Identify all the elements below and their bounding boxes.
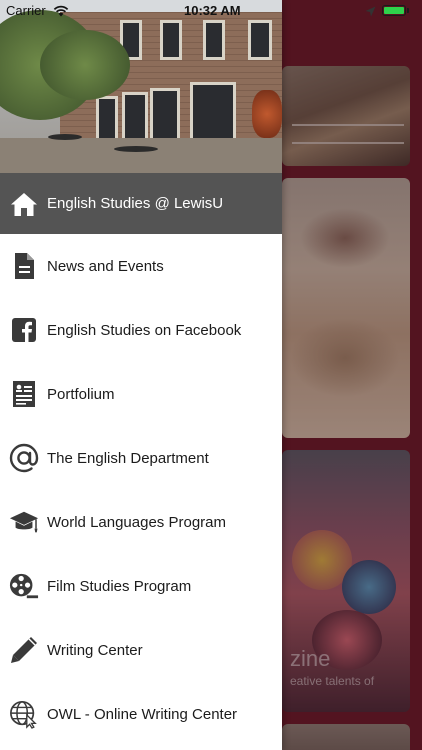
document-icon [9,251,39,281]
carrier-label: Carrier [6,3,46,18]
menu-item-english-studies[interactable]: English Studies @ LewisU [0,173,282,234]
menu-item-film-studies[interactable]: Film Studies Program [0,554,282,618]
menu-item-facebook[interactable]: English Studies on Facebook [0,298,282,362]
menu-item-label: World Languages Program [47,513,226,531]
menu-item-label: Writing Center [47,641,143,659]
menu-item-label: Film Studies Program [47,577,192,595]
globe-cursor-icon [9,699,39,729]
menu-item-news-events[interactable]: News and Events [0,234,282,298]
menu-item-owl[interactable]: OWL - Online Writing Center [0,682,282,746]
drawer-scrim[interactable] [282,0,422,750]
drawer-menu: English Studies @ LewisU News and Events [0,173,282,746]
menu-item-label: English Studies @ LewisU [47,195,224,212]
at-sign-icon [9,443,39,473]
navigation-drawer: English Studies @ LewisU News and Events [0,0,282,750]
wifi-icon [53,4,69,22]
drawer-header-image [0,0,282,173]
menu-item-label: News and Events [47,257,164,275]
menu-item-english-department[interactable]: The English Department [0,426,282,490]
menu-item-label: OWL - Online Writing Center [47,705,238,723]
location-arrow-icon [365,4,376,22]
menu-item-writing-center[interactable]: Writing Center [0,618,282,682]
facebook-icon [9,315,39,345]
home-icon [9,189,39,219]
battery-fill [384,7,404,14]
portfolio-icon [9,379,39,409]
menu-item-portfolium[interactable]: Portfolium [0,362,282,426]
battery-tip [407,8,409,13]
graduation-cap-icon [9,507,39,537]
menu-item-label: English Studies on Facebook [47,321,242,339]
menu-item-label: Portfolium [47,385,115,403]
pencil-icon [9,635,39,665]
film-reel-icon [9,571,39,601]
menu-item-label: The English Department [47,449,209,467]
battery-icon [382,5,406,16]
menu-item-world-languages[interactable]: World Languages Program [0,490,282,554]
clock: 10:32 AM [184,3,241,18]
status-bar: Carrier 10:32 AM [0,0,422,20]
